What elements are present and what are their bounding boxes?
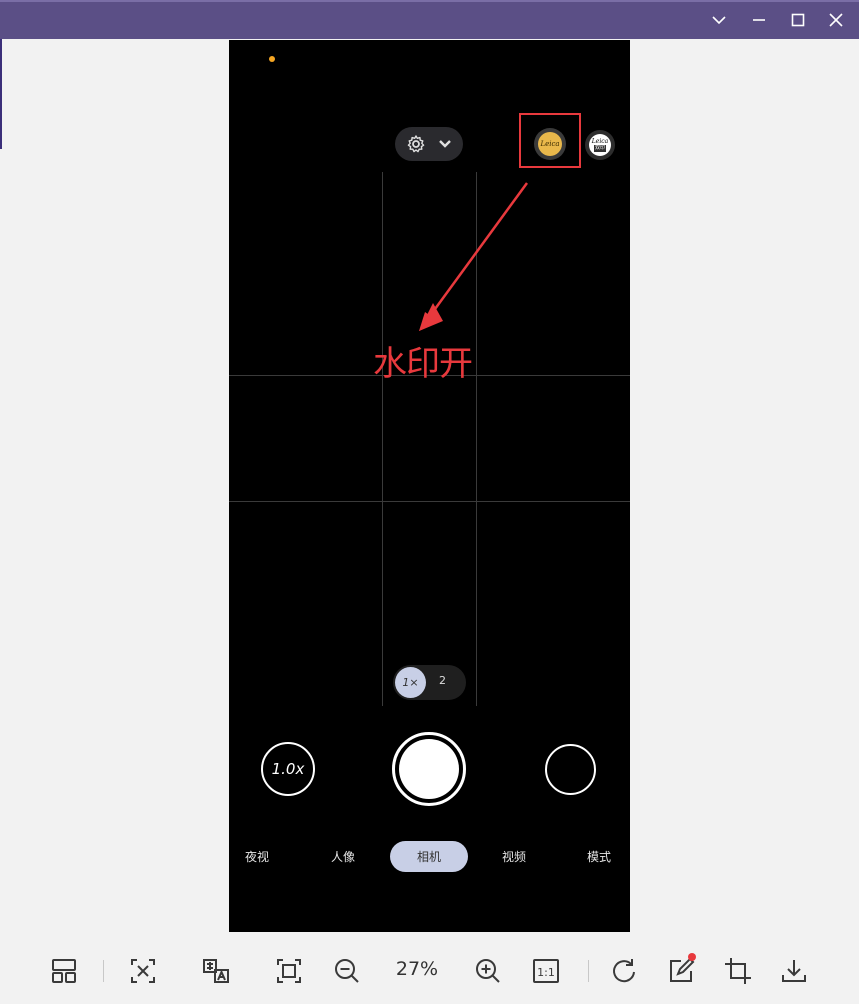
mode-portrait[interactable]: 人像 <box>331 848 355 865</box>
grid-line <box>382 172 383 706</box>
crop-icon[interactable] <box>721 954 755 988</box>
maximize-icon[interactable] <box>784 6 812 34</box>
zoom-1x-button[interactable]: 1× <box>395 667 426 698</box>
mode-camera-active[interactable]: 相机 <box>390 841 468 872</box>
actual-size-icon[interactable]: 1:1 <box>529 954 563 988</box>
zoom-level-readout: 27% <box>395 958 439 980</box>
toolbar-separator <box>588 960 589 982</box>
leica-logo-icon: Leica <box>538 132 562 156</box>
zoom-in-icon[interactable] <box>471 954 505 988</box>
camera-screenshot: Leica Leica 双印 水印开 1× 2 1.0x 夜视 人像 相机 视频… <box>229 40 630 932</box>
zoom-selector: 1× 2 <box>393 665 466 700</box>
layout-icon[interactable] <box>47 954 81 988</box>
annotation-text: 水印开 <box>373 344 473 384</box>
settings-pill[interactable] <box>395 127 463 161</box>
leica2-sub-label: 双印 <box>593 145 606 152</box>
titlebar-strip <box>0 0 859 2</box>
zoom-out-icon[interactable] <box>330 954 364 988</box>
fit-screen-icon[interactable] <box>272 954 306 988</box>
toolbar-separator <box>103 960 104 982</box>
image-viewer-toolbar: 27% 1:1 <box>0 936 859 1004</box>
grid-line <box>476 172 477 706</box>
gear-icon <box>408 135 425 153</box>
window-left-edge <box>0 39 2 149</box>
window-titlebar <box>0 0 859 39</box>
mode-night[interactable]: 夜视 <box>245 848 269 865</box>
leica2-label: Leica <box>591 138 609 145</box>
ocr-text-icon[interactable] <box>126 954 160 988</box>
chevron-down-icon <box>438 140 451 148</box>
shutter-button[interactable] <box>392 732 466 806</box>
leica-logo-icon: Leica 双印 <box>589 134 611 156</box>
download-icon[interactable] <box>777 954 811 988</box>
shutter-core <box>399 739 459 799</box>
close-icon[interactable] <box>822 6 850 34</box>
status-dot <box>269 56 275 62</box>
leica-watermark-button[interactable]: Leica <box>534 128 566 160</box>
chevron-down-icon[interactable] <box>705 6 733 34</box>
grid-line <box>229 501 630 502</box>
gallery-thumbnail-button[interactable] <box>545 744 596 795</box>
zoom-2x-button[interactable]: 2 <box>439 674 446 687</box>
edit-notification-dot <box>688 953 696 961</box>
mode-video[interactable]: 视频 <box>502 848 526 865</box>
lens-switch-button[interactable]: 1.0x <box>261 742 315 796</box>
leica-dual-watermark-button[interactable]: Leica 双印 <box>585 130 615 160</box>
mode-more[interactable]: 模式 <box>587 848 611 865</box>
rotate-icon[interactable] <box>607 954 641 988</box>
translate-icon[interactable] <box>199 954 233 988</box>
minimize-icon[interactable] <box>745 6 773 34</box>
svg-text:1:1: 1:1 <box>537 966 555 979</box>
